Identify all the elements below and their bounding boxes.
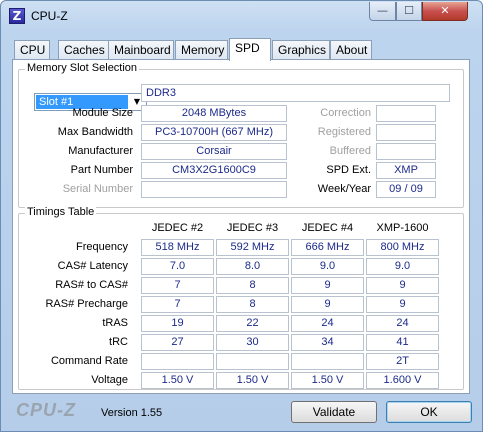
window-title: CPU-Z: [31, 9, 68, 23]
timings-cell: 8: [216, 277, 289, 294]
timings-cell: 666 MHz: [291, 239, 364, 256]
timings-cell: 7: [141, 277, 214, 294]
timings-cell: 34: [291, 334, 364, 351]
serial-number-label: Serial Number: [62, 183, 133, 195]
timings-cell: 7.0: [141, 258, 214, 275]
timings-cell: 27: [141, 334, 214, 351]
timings-cell: [291, 353, 364, 370]
version-label: Version 1.55: [101, 407, 163, 419]
memory-type-field: DDR3: [141, 84, 450, 102]
timings-column-header: XMP-1600: [376, 222, 429, 234]
timings-column-header: JEDEC #2: [151, 222, 204, 234]
timings-row-label: tRC: [109, 336, 128, 348]
validate-button[interactable]: Validate: [291, 401, 377, 423]
week-year-label: Week/Year: [317, 183, 371, 195]
timings-cell: 8.0: [216, 258, 289, 275]
tab-spd[interactable]: SPD: [229, 38, 271, 61]
tab-cpu[interactable]: CPU: [14, 40, 50, 60]
timings-column-header: JEDEC #4: [301, 222, 354, 234]
footer-bar: CPU-Z Version 1.55 Validate OK: [1, 396, 482, 432]
tab-mainboard[interactable]: Mainboard: [108, 40, 174, 60]
tab-memory[interactable]: Memory: [175, 40, 228, 60]
timings-cell: 9.0: [366, 258, 439, 275]
timings-row-label: Command Rate: [50, 355, 128, 367]
buffered-field: [376, 143, 436, 160]
timings-row-label: RAS# to CAS#: [55, 279, 128, 291]
max-bandwidth-field: PC3-10700H (667 MHz): [141, 124, 287, 141]
tab-about[interactable]: About: [330, 40, 372, 60]
timings-cell: 1.50 V: [141, 372, 214, 389]
correction-field: [376, 105, 436, 122]
timings-cell: 9.0: [291, 258, 364, 275]
timings-cell: 41: [366, 334, 439, 351]
timings-cell: 1.600 V: [366, 372, 439, 389]
minimize-button[interactable]: —: [369, 2, 396, 21]
timings-row-label: CAS# Latency: [57, 260, 128, 272]
timings-cell: 8: [216, 296, 289, 313]
timings-column-header: JEDEC #3: [226, 222, 279, 234]
serial-number-field: [141, 181, 287, 198]
timings-row-label: Frequency: [76, 241, 128, 253]
spd-panel: Memory Slot Selection Slot #1 ▼ DDR3 Mod…: [12, 59, 470, 394]
module-size-label: Module Size: [72, 107, 133, 119]
spd-ext-field: XMP: [376, 162, 436, 179]
timings-cell: [216, 353, 289, 370]
part-number-field: CM3X2G1600C9: [141, 162, 287, 179]
timings-cell: 19: [141, 315, 214, 332]
spd-ext-label: SPD Ext.: [326, 164, 371, 176]
manufacturer-label: Manufacturer: [68, 145, 133, 157]
timings-cell: 30: [216, 334, 289, 351]
timings-cell: 22: [216, 315, 289, 332]
timings-cell: 24: [366, 315, 439, 332]
timings-group-label: Timings Table: [25, 206, 97, 218]
cpuz-brand-logo: CPU-Z: [16, 400, 76, 420]
part-number-label: Part Number: [70, 164, 133, 176]
timings-cell: 800 MHz: [366, 239, 439, 256]
timings-cell: 9: [366, 296, 439, 313]
max-bandwidth-label: Max Bandwidth: [57, 126, 133, 138]
timings-cell: [141, 353, 214, 370]
memory-slot-group: Memory Slot Selection Slot #1 ▼ DDR3 Mod…: [18, 62, 464, 208]
module-size-field: 2048 MBytes: [141, 105, 287, 122]
memory-slot-group-label: Memory Slot Selection: [25, 62, 140, 74]
buffered-label: Buffered: [329, 145, 371, 157]
timings-row-label: Voltage: [91, 374, 128, 386]
registered-field: [376, 124, 436, 141]
timings-cell: 1.50 V: [291, 372, 364, 389]
timings-cell: 592 MHz: [216, 239, 289, 256]
timings-cell: 1.50 V: [216, 372, 289, 389]
ok-button[interactable]: OK: [386, 401, 472, 423]
timings-cell: 7: [141, 296, 214, 313]
timings-cell: 9: [291, 296, 364, 313]
cpuz-app-icon: Z: [9, 8, 25, 24]
timings-cell: 2T: [366, 353, 439, 370]
timings-row-label: tRAS: [102, 317, 128, 329]
timings-group: Timings Table JEDEC #2 JEDEC #3 JEDEC #4…: [18, 206, 464, 390]
tab-graphics[interactable]: Graphics: [272, 40, 330, 60]
registered-label: Registered: [317, 126, 371, 138]
close-button[interactable]: ✕: [422, 2, 468, 21]
cpuz-window: Z CPU-Z — ☐ ✕ CPU Caches Mainboard Memor…: [0, 0, 483, 432]
title-bar[interactable]: Z CPU-Z — ☐ ✕: [1, 1, 482, 31]
maximize-button[interactable]: ☐: [396, 2, 422, 21]
timings-row-label: RAS# Precharge: [45, 298, 128, 310]
timings-cell: 24: [291, 315, 364, 332]
manufacturer-field: Corsair: [141, 143, 287, 160]
correction-label: Correction: [320, 107, 371, 119]
timings-cell: 9: [291, 277, 364, 294]
timings-cell: 9: [366, 277, 439, 294]
timings-cell: 518 MHz: [141, 239, 214, 256]
week-year-field: 09 / 09: [376, 181, 436, 198]
